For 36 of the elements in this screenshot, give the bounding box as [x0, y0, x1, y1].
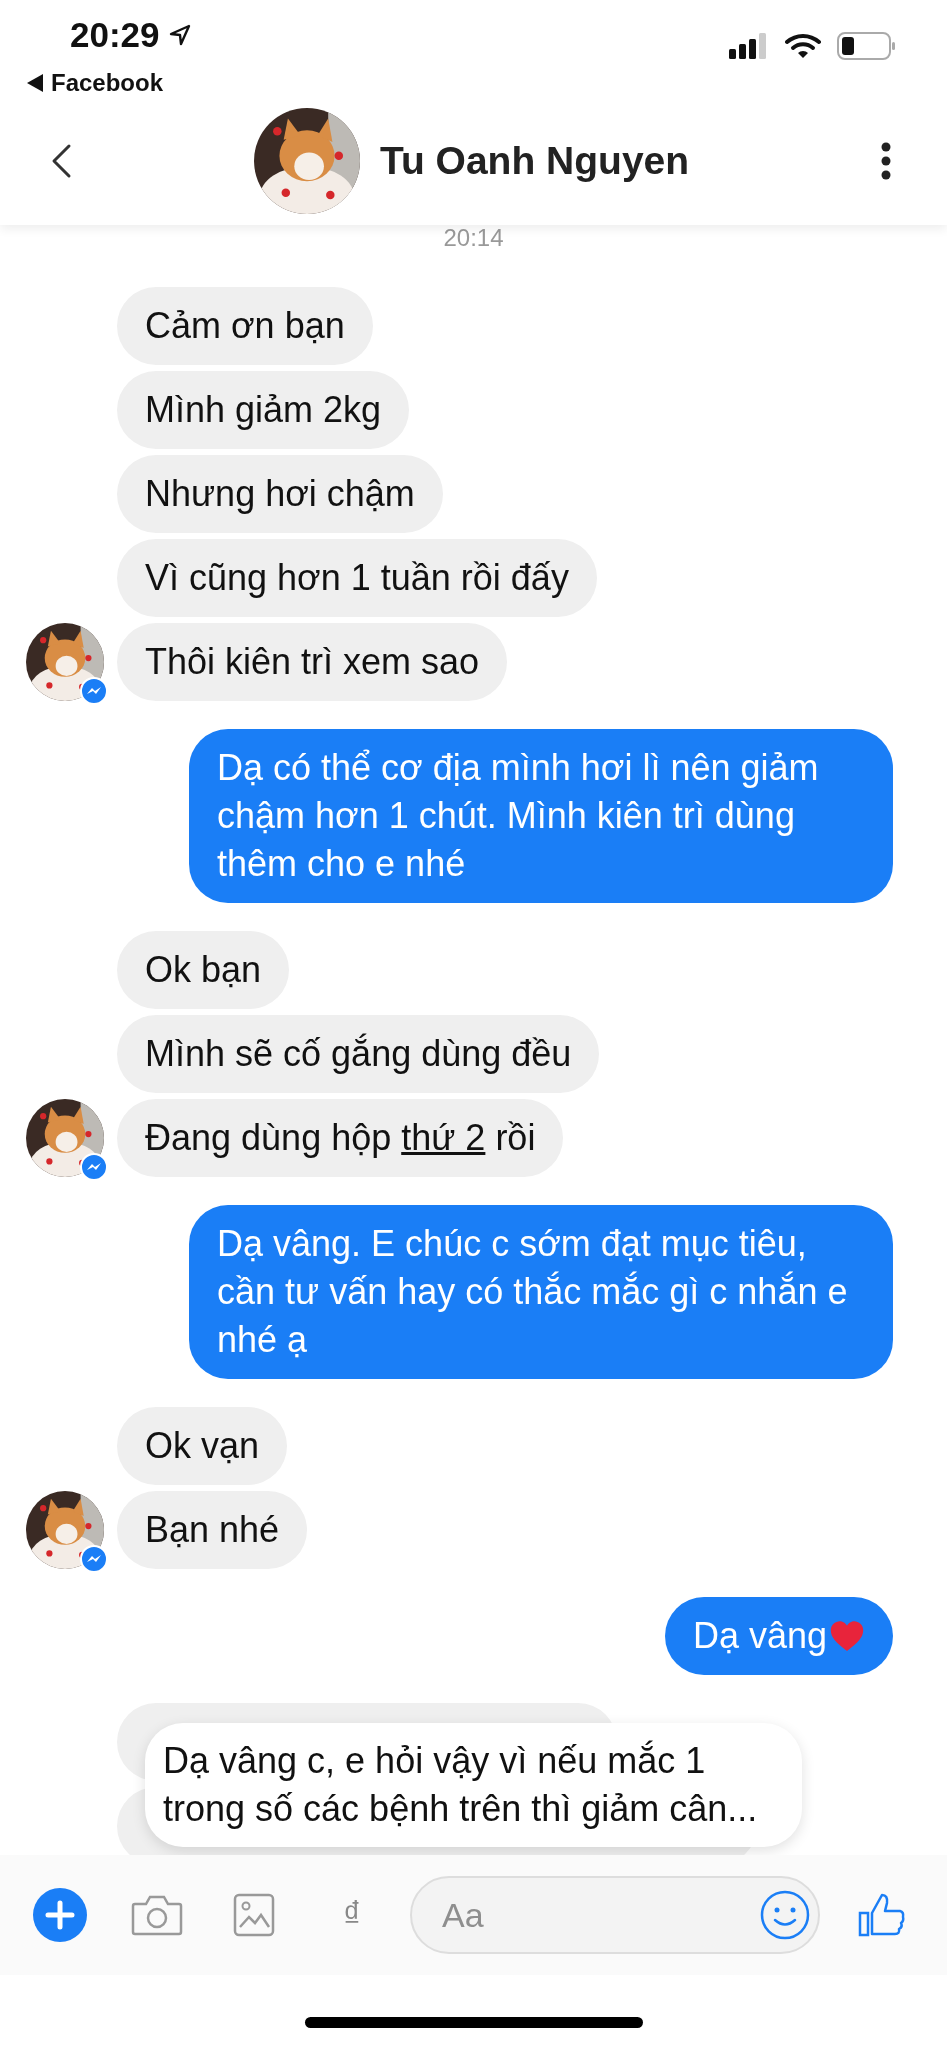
emoji-icon[interactable]: [759, 1889, 811, 1941]
message-bubble: Nhưng hơi chậm: [117, 455, 443, 533]
message-bubble: Dạ có thể cơ địa mình hơi lì nên giảm chậm hơn 1 chút. Mình kiên trì dùng thêm cho e nhé: [189, 729, 893, 903]
message-bubble: Bạn nhé: [117, 1491, 308, 1569]
message-bubble: Mình sẽ cố gắng dùng đều: [117, 1015, 600, 1093]
location-arrow-icon: [167, 23, 192, 47]
thumbs-up-icon[interactable]: [858, 1891, 906, 1939]
camera-icon[interactable]: [131, 1894, 183, 1936]
message-bubble: Dạ vâng. E chúc c sớm đạt mục tiêu, cần tư vấn hay có thắc mắc gì c nhắn e nhé ạ: [189, 1205, 893, 1379]
message-bubble: Mình giảm 2kg: [117, 371, 410, 449]
image-icon[interactable]: [233, 1893, 275, 1937]
back-triangle-icon[interactable]: [27, 74, 43, 92]
message-bubble: Vì cũng hơn 1 tuần rồi đấy: [117, 539, 597, 617]
back-icon[interactable]: [50, 142, 72, 179]
link[interactable]: thứ 2: [401, 1117, 486, 1158]
message-input[interactable]: Aa: [410, 1876, 820, 1954]
signal-icon: [729, 33, 769, 59]
message-bubble: Ok vạn: [117, 1407, 288, 1485]
message-bubble: Ok bạn: [117, 931, 290, 1009]
heart-icon: [829, 1620, 865, 1653]
message-bubble: Cảm ơn bạn: [117, 287, 373, 365]
status-time: 20:29: [70, 15, 160, 55]
timestamp: 20:14: [442, 225, 505, 251]
battery-icon: [837, 32, 897, 60]
contact-name[interactable]: Tu Oanh Nguyen: [380, 138, 690, 183]
messenger-badge-icon: [80, 677, 108, 705]
message-bubble: Đang dùng hộp thứ 2 rồi: [117, 1099, 564, 1177]
wifi-icon: [785, 33, 821, 59]
messenger-badge-icon: [80, 1545, 108, 1573]
message-bubble: Dạ vâng: [664, 1597, 893, 1675]
back-to-app-link[interactable]: Facebook: [51, 69, 164, 97]
add-icon[interactable]: [33, 1888, 87, 1942]
messenger-badge-icon: [80, 1153, 108, 1181]
more-icon[interactable]: [881, 140, 891, 181]
message-preview-popup: Dạ vâng c, e hỏi vậy vì nếu mắc 1 trong số các bệnh trên thì giảm cân...: [145, 1723, 802, 1847]
message-bubble: Thôi kiên trì xem sao: [117, 623, 508, 701]
